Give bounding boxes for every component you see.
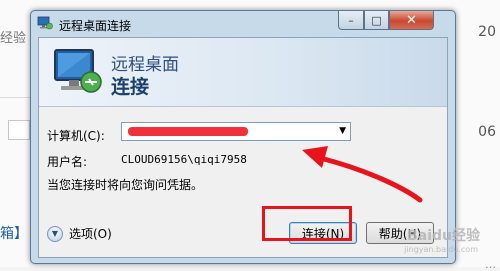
remote-desktop-monitor-icon [54, 49, 102, 93]
remote-desktop-app-icon [37, 16, 53, 30]
dialog-client-area: 远程桌面 连接 计算机(C): ▼ 用户名: CLOUD69156\qiqi79… [38, 37, 448, 258]
background-input-box [8, 120, 30, 140]
dropdown-arrow-icon[interactable]: ▼ [339, 126, 346, 136]
maximize-button[interactable]: □ [364, 11, 389, 30]
background-text-left-1: 经验 [0, 31, 27, 46]
expand-chevron-icon[interactable]: ▼ [47, 225, 63, 242]
background-text-right-1: 20 [478, 24, 496, 40]
options-label[interactable]: 选项(O) [69, 225, 112, 242]
computer-label: 计算机(C): [47, 129, 105, 143]
title-bar[interactable]: 远程桌面连接 – □ ✕ [31, 11, 455, 37]
background-text-right-3: … [485, 258, 496, 271]
username-label: 用户名: [47, 155, 88, 169]
background-divider [0, 97, 30, 98]
highlight-box [262, 206, 352, 241]
minimize-icon: – [348, 13, 354, 27]
watermark-url: jingyan.baidu.com [404, 245, 478, 254]
close-icon: ✕ [406, 12, 417, 28]
username-value: CLOUD69156\qiqi7958 [121, 153, 247, 166]
banner-title-line-2: 连接 [111, 76, 150, 98]
remote-desktop-dialog: 远程桌面连接 – □ ✕ 远程桌面 连接 计算机(C): ▼ 用户名: CLOU… [30, 10, 456, 264]
close-button[interactable]: ✕ [389, 11, 434, 30]
background-text-left-2: 箱】 [0, 226, 28, 242]
computer-combobox[interactable]: ▼ [121, 122, 351, 141]
dialog-banner: 远程桌面 连接 [39, 38, 447, 107]
maximize-icon: □ [371, 13, 382, 27]
options-toggle[interactable]: ▼ 选项(O) [47, 225, 112, 242]
window-title: 远程桌面连接 [59, 19, 132, 33]
redaction-mark [128, 127, 248, 136]
background-text-right-2: 06 [478, 124, 496, 140]
credentials-hint: 当您连接时将向您询问凭据。 [47, 178, 204, 192]
minimize-button[interactable]: – [338, 11, 364, 30]
watermark-logo: Baidu经验 [407, 228, 480, 244]
